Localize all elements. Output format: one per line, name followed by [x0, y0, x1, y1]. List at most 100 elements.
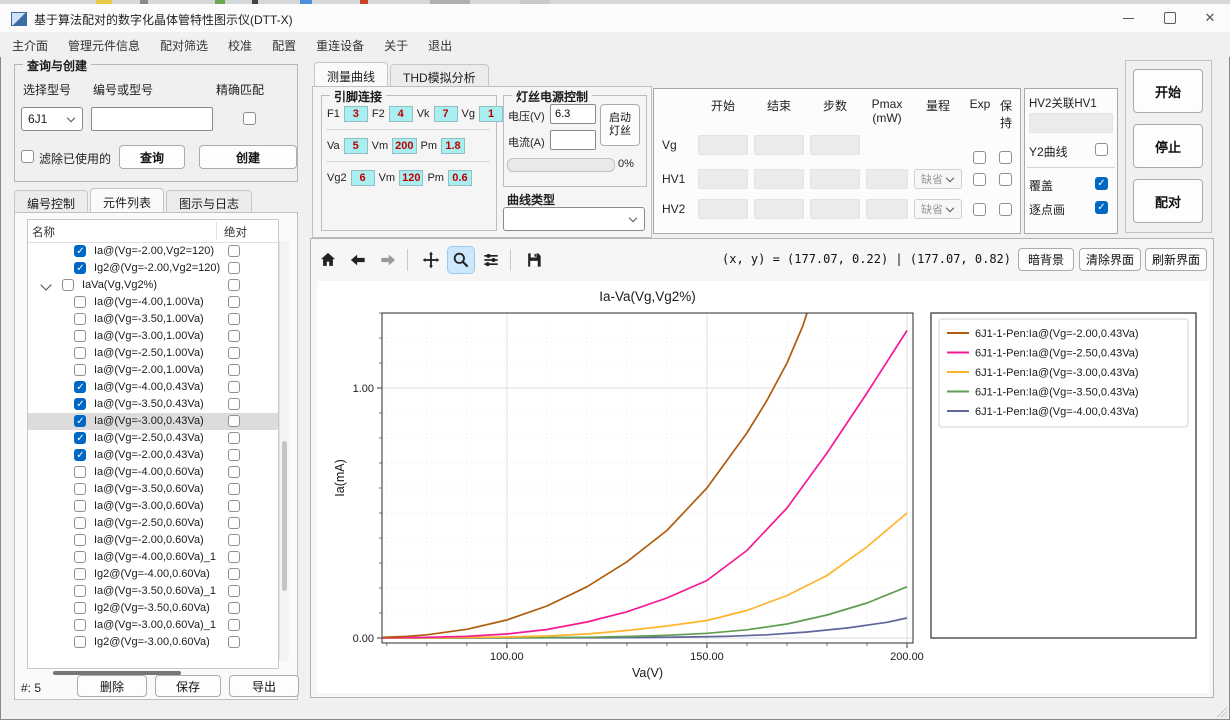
abs-checkbox[interactable] [228, 415, 240, 427]
abs-checkbox[interactable] [228, 466, 240, 478]
pin-field[interactable]: 1.8 [441, 138, 465, 154]
start-filament-button[interactable]: 启动 灯丝 [600, 104, 640, 146]
list-item[interactable]: Ia@(Vg=-3.50,0.60Va) [28, 481, 278, 498]
model-select[interactable]: 6J1 [21, 107, 83, 131]
list-item[interactable]: Ia@(Vg=-4.00,0.60Va) [28, 464, 278, 481]
abs-checkbox[interactable] [228, 619, 240, 631]
list-item[interactable]: Ig2@(Vg=-4.00,0.60Va) [28, 566, 278, 583]
item-checkbox[interactable] [74, 415, 86, 427]
item-checkbox[interactable] [74, 551, 86, 563]
item-checkbox[interactable] [74, 364, 86, 376]
item-checkbox[interactable] [74, 381, 86, 393]
list-item[interactable]: Ia@(Vg=-4.00,1.00Va) [28, 294, 278, 311]
abs-checkbox[interactable] [228, 262, 240, 274]
left-tab[interactable]: 元件列表 [90, 188, 164, 215]
item-checkbox[interactable] [74, 602, 86, 614]
create-button[interactable]: 创建 [199, 145, 297, 169]
stop-button[interactable]: 停止 [1133, 124, 1203, 168]
list-item[interactable]: Ia@(Vg=-2.00,0.43Va) [28, 447, 278, 464]
filter-used-checkbox[interactable] [21, 150, 34, 163]
pin-field[interactable]: 5 [344, 138, 368, 154]
item-checkbox[interactable] [74, 500, 86, 512]
abs-checkbox[interactable] [228, 483, 240, 495]
vertical-scrollbar[interactable] [279, 241, 289, 661]
list-item[interactable]: Ia@(Vg=-3.50,0.60Va)_1 [28, 583, 278, 600]
list-item[interactable]: Ia@(Vg=-3.00,0.60Va)_1 [28, 617, 278, 634]
overlay-checkbox[interactable] [1095, 177, 1108, 190]
zoom-icon[interactable] [448, 247, 474, 273]
item-checkbox[interactable] [62, 279, 74, 291]
pin-field[interactable]: 120 [399, 170, 423, 186]
list-item[interactable]: Ia@(Vg=-2.50,0.43Va) [28, 430, 278, 447]
list-item[interactable]: Ig2@(Vg=-3.50,0.60Va) [28, 600, 278, 617]
range-select[interactable]: 缺省 [914, 199, 962, 219]
y2-curve-checkbox[interactable] [1095, 143, 1108, 156]
item-checkbox[interactable] [74, 398, 86, 410]
item-checkbox[interactable] [74, 313, 86, 325]
refresh-view-button[interactable]: 刷新界面 [1145, 248, 1207, 271]
menu-item[interactable]: 主介面 [2, 32, 58, 58]
resize-grip[interactable] [1217, 707, 1227, 717]
list-item[interactable]: Ia@(Vg=-2.50,1.00Va) [28, 345, 278, 362]
list-item[interactable]: Ia@(Vg=-2.00,Vg2=120) [28, 243, 278, 260]
menu-item[interactable]: 管理元件信息 [58, 32, 150, 58]
save-icon[interactable] [521, 247, 547, 273]
maximize-button[interactable] [1150, 4, 1190, 32]
back-icon[interactable] [345, 247, 371, 273]
close-button[interactable]: ✕ [1190, 4, 1230, 32]
exp-checkbox[interactable] [973, 203, 986, 216]
list-item[interactable]: Ia@(Vg=-2.00,1.00Va) [28, 362, 278, 379]
delete-button[interactable]: 删除 [77, 675, 147, 697]
list-item[interactable]: Ia@(Vg=-4.00,0.43Va) [28, 379, 278, 396]
item-checkbox[interactable] [74, 245, 86, 257]
abs-checkbox[interactable] [228, 500, 240, 512]
item-checkbox[interactable] [74, 347, 86, 359]
measure-tab[interactable]: 测量曲线 [314, 62, 388, 89]
list-item[interactable]: IaVa(Vg,Vg2%) [28, 277, 278, 294]
pan-icon[interactable] [418, 247, 444, 273]
list-item[interactable]: Ia@(Vg=-3.00,0.60Va) [28, 498, 278, 515]
abs-checkbox[interactable] [228, 449, 240, 461]
abs-checkbox[interactable] [228, 347, 240, 359]
item-checkbox[interactable] [74, 330, 86, 342]
pin-field[interactable]: 200 [392, 138, 416, 154]
vertical-scrollbar-thumb[interactable] [282, 441, 287, 591]
abs-checkbox[interactable] [228, 534, 240, 546]
forward-icon[interactable] [375, 247, 401, 273]
home-icon[interactable] [315, 247, 341, 273]
item-checkbox[interactable] [74, 619, 86, 631]
item-checkbox[interactable] [74, 636, 86, 648]
item-checkbox[interactable] [74, 296, 86, 308]
menu-item[interactable]: 关于 [374, 32, 418, 58]
pin-field[interactable]: 6 [351, 170, 375, 186]
item-checkbox[interactable] [74, 585, 86, 597]
hold-checkbox[interactable] [999, 151, 1012, 164]
abs-checkbox[interactable] [228, 585, 240, 597]
start-button[interactable]: 开始 [1133, 69, 1203, 113]
abs-checkbox[interactable] [228, 381, 240, 393]
list-item[interactable]: Ia@(Vg=-3.00,0.43Va) [28, 413, 278, 430]
list-item[interactable]: Ig2@(Vg=-3.00,0.60Va) [28, 634, 278, 651]
pin-field[interactable]: 0.6 [448, 170, 472, 186]
pair-button[interactable]: 配对 [1133, 179, 1203, 223]
exact-match-checkbox[interactable] [243, 112, 256, 125]
item-checkbox[interactable] [74, 262, 86, 274]
list-item[interactable]: Ia@(Vg=-3.00,1.00Va) [28, 328, 278, 345]
hold-checkbox[interactable] [999, 203, 1012, 216]
pointwise-checkbox[interactable] [1095, 201, 1108, 214]
serial-input[interactable] [91, 107, 213, 131]
menu-item[interactable]: 校准 [218, 32, 262, 58]
abs-checkbox[interactable] [228, 517, 240, 529]
chart-canvas[interactable]: 100.00150.00200.000.001.00Ia-Va(Vg,Vg2%)… [317, 281, 1209, 693]
list-item[interactable]: Ia@(Vg=-3.50,0.43Va) [28, 396, 278, 413]
item-checkbox[interactable] [74, 534, 86, 546]
expander-icon[interactable] [40, 279, 51, 290]
item-checkbox[interactable] [74, 466, 86, 478]
abs-checkbox[interactable] [228, 636, 240, 648]
abs-checkbox[interactable] [228, 568, 240, 580]
item-checkbox[interactable] [74, 432, 86, 444]
menu-item[interactable]: 退出 [418, 32, 462, 58]
item-checkbox[interactable] [74, 449, 86, 461]
item-checkbox[interactable] [74, 483, 86, 495]
clear-view-button[interactable]: 清除界面 [1079, 248, 1141, 271]
